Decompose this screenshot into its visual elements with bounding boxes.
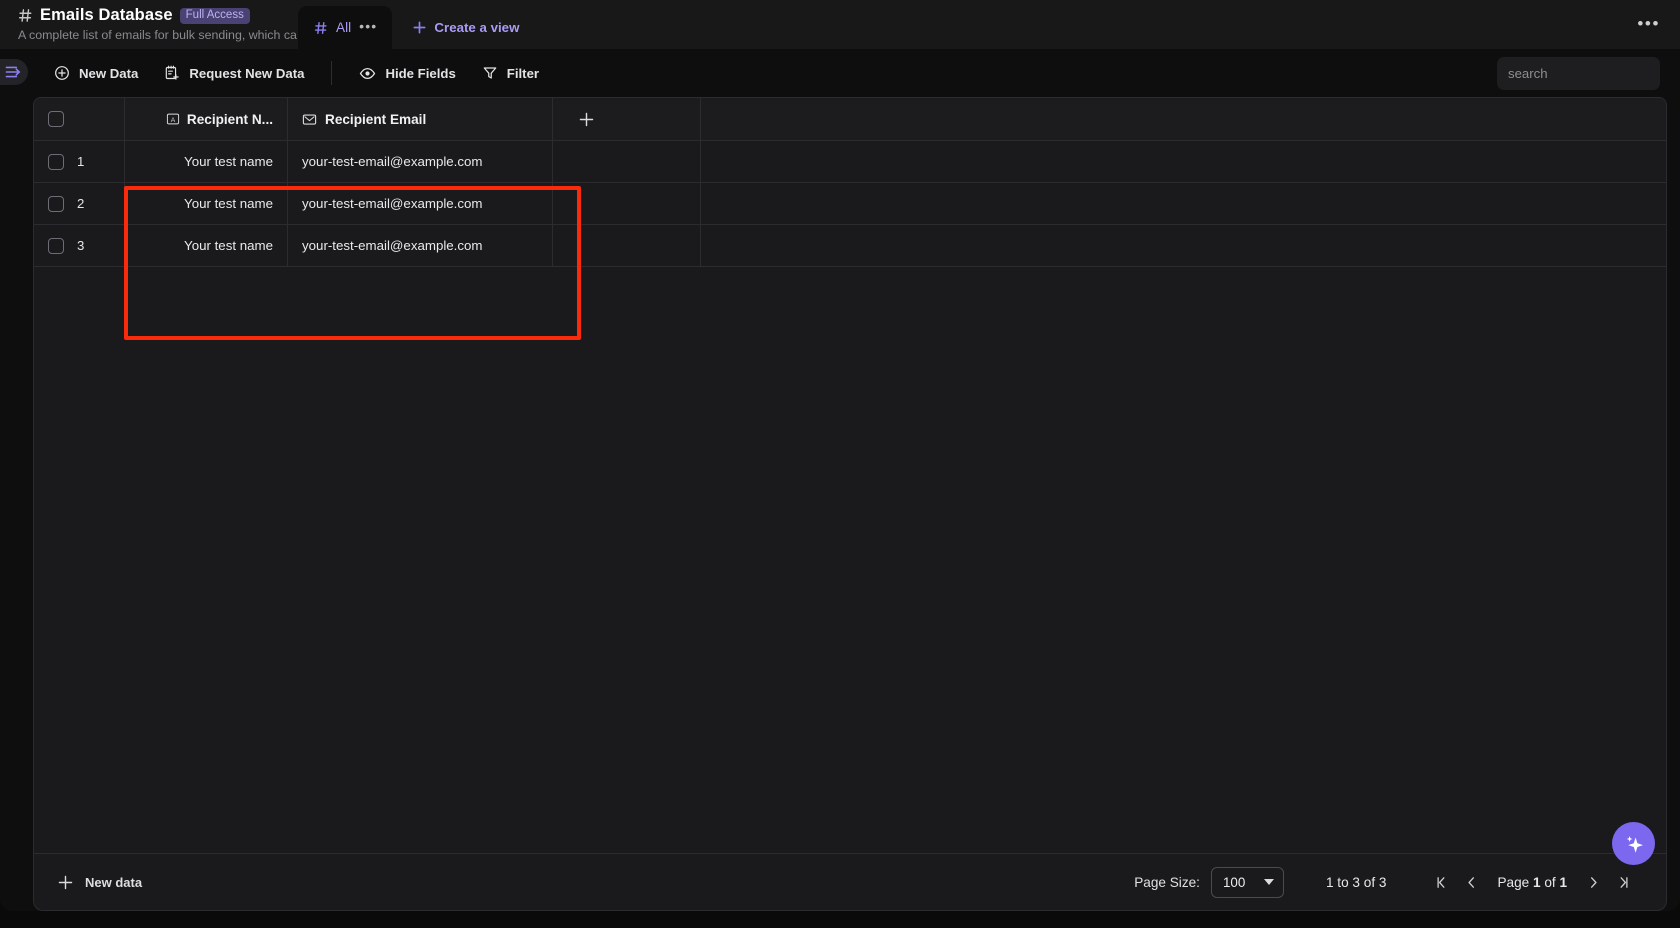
column-header-label: Recipient N... xyxy=(186,111,273,127)
filter-button[interactable]: Filter xyxy=(469,59,552,87)
grid-header-row: A Recipient N... Recipient Email xyxy=(34,98,1666,141)
plus-icon xyxy=(578,111,595,128)
tab-all[interactable]: All ••• xyxy=(298,6,393,49)
top-header-bar: Emails Database Full Access A complete l… xyxy=(0,0,1680,49)
cell-add-column-space xyxy=(552,225,700,266)
last-page-icon[interactable] xyxy=(1608,875,1638,890)
table-toolbar: New Data Request New Data Hide Fields Fi… xyxy=(0,49,1680,97)
expand-sidebar-icon[interactable] xyxy=(0,59,28,85)
header-overflow-menu-icon[interactable]: ••• xyxy=(1637,14,1660,34)
main-panel: New Data Request New Data Hide Fields Fi… xyxy=(0,49,1680,911)
cell-empty-space xyxy=(700,183,1666,224)
select-all-cell[interactable] xyxy=(34,98,77,140)
eye-icon xyxy=(359,65,376,82)
ai-assistant-button[interactable] xyxy=(1612,822,1655,865)
request-new-data-button[interactable]: Request New Data xyxy=(151,59,317,87)
sparkle-icon xyxy=(1621,831,1647,857)
page-size-value: 100 xyxy=(1222,874,1246,890)
toolbar-divider xyxy=(331,61,333,85)
plus-circle-icon xyxy=(54,65,70,81)
row-checkbox[interactable] xyxy=(47,153,64,170)
pagination-range-text: 1 to 3 of 3 xyxy=(1325,874,1387,890)
new-data-button[interactable]: New Data xyxy=(41,59,151,87)
grid-body: 1 Your test name your-test-email@example.c… xyxy=(34,141,1666,267)
tab-overflow-menu-icon[interactable]: ••• xyxy=(359,18,377,38)
cell-empty-space xyxy=(700,225,1666,266)
hide-fields-button[interactable]: Hide Fields xyxy=(346,59,468,88)
filter-label: Filter xyxy=(506,65,540,81)
cell-recipient-email[interactable]: your-test-email@example.com xyxy=(287,141,552,182)
cell-recipient-name[interactable]: Your test name xyxy=(124,183,287,224)
row-checkbox[interactable] xyxy=(47,195,64,212)
request-new-data-label: Request New Data xyxy=(189,65,305,81)
pagination-controls: Page Size: 100 1 to 3 of 3 Page 1 of 1 xyxy=(1134,866,1666,898)
hash-icon xyxy=(314,21,328,35)
table-row[interactable]: 3 Your test name your-test-email@example.c… xyxy=(34,225,1666,267)
chevron-down-icon xyxy=(1263,879,1274,885)
cell-recipient-email[interactable]: your-test-email@example.com xyxy=(287,183,552,224)
page-mid: of xyxy=(1544,874,1556,890)
page-current: 1 xyxy=(1532,874,1541,890)
grid-footer: New data Page Size: 100 1 to 3 of 3 Page… xyxy=(33,854,1667,911)
data-grid: A Recipient N... Recipient Email 1 Your … xyxy=(33,97,1667,854)
prev-page-icon[interactable] xyxy=(1456,875,1486,890)
new-data-row-button[interactable]: New data xyxy=(34,874,142,891)
tab-label: All xyxy=(336,20,352,35)
clipboard-plus-icon xyxy=(164,65,180,81)
create-view-button[interactable]: Create a view xyxy=(400,6,531,49)
grid-empty-header-space xyxy=(700,98,1666,140)
page-size-select[interactable]: 100 xyxy=(1210,866,1284,898)
view-tabs: All ••• Create a view xyxy=(298,0,531,49)
page-indicator: Page 1 of 1 xyxy=(1486,875,1578,890)
search-input[interactable] xyxy=(1497,57,1660,90)
page-total: 1 xyxy=(1559,874,1567,890)
page-title: Emails Database xyxy=(40,6,173,24)
header-index-cell xyxy=(77,98,124,140)
add-column-button[interactable] xyxy=(552,98,700,140)
title-row: Emails Database Full Access xyxy=(18,6,300,25)
row-index: 2 xyxy=(77,196,85,211)
cell-empty-space xyxy=(700,141,1666,182)
app-root: Emails Database Full Access A complete l… xyxy=(0,0,1680,928)
cell-add-column-space xyxy=(552,141,700,182)
column-header-recipient-email[interactable]: Recipient Email xyxy=(287,98,552,140)
row-checkbox[interactable] xyxy=(47,237,64,254)
cell-recipient-name[interactable]: Your test name xyxy=(124,225,287,266)
row-select-cell[interactable] xyxy=(34,141,77,182)
row-select-cell[interactable] xyxy=(34,183,77,224)
row-index: 3 xyxy=(77,238,85,253)
cell-recipient-name[interactable]: Your test name xyxy=(124,141,287,182)
hash-icon xyxy=(18,8,33,23)
row-select-cell[interactable] xyxy=(34,225,77,266)
text-field-icon: A xyxy=(166,112,180,126)
next-page-icon[interactable] xyxy=(1578,875,1608,890)
database-subtitle: A complete list of emails for bulk sendi… xyxy=(18,28,306,42)
plus-icon xyxy=(412,20,427,35)
table-row[interactable]: 2 Your test name your-test-email@example.c… xyxy=(34,183,1666,225)
select-all-checkbox[interactable] xyxy=(47,111,64,127)
pagination-nav: Page 1 of 1 xyxy=(1426,875,1638,890)
table-row[interactable]: 1 Your test name your-test-email@example.c… xyxy=(34,141,1666,183)
column-header-label: Recipient Email xyxy=(325,111,427,127)
first-page-icon[interactable] xyxy=(1426,875,1456,890)
cell-add-column-space xyxy=(552,183,700,224)
create-view-label: Create a view xyxy=(434,20,520,35)
page-size-label: Page Size: xyxy=(1134,874,1200,890)
email-field-icon xyxy=(302,112,317,127)
page-prefix: Page xyxy=(1497,874,1530,890)
access-badge: Full Access xyxy=(179,7,250,24)
plus-icon xyxy=(57,874,74,891)
database-title-block: Emails Database Full Access A complete l… xyxy=(0,0,306,42)
new-data-label: New Data xyxy=(79,65,139,81)
column-header-recipient-name[interactable]: A Recipient N... xyxy=(124,98,287,140)
cell-recipient-email[interactable]: your-test-email@example.com xyxy=(287,225,552,266)
svg-text:A: A xyxy=(171,117,176,124)
hide-fields-label: Hide Fields xyxy=(385,65,456,81)
funnel-icon xyxy=(482,65,498,81)
row-index: 1 xyxy=(77,154,85,169)
new-data-row-label: New data xyxy=(85,874,143,890)
